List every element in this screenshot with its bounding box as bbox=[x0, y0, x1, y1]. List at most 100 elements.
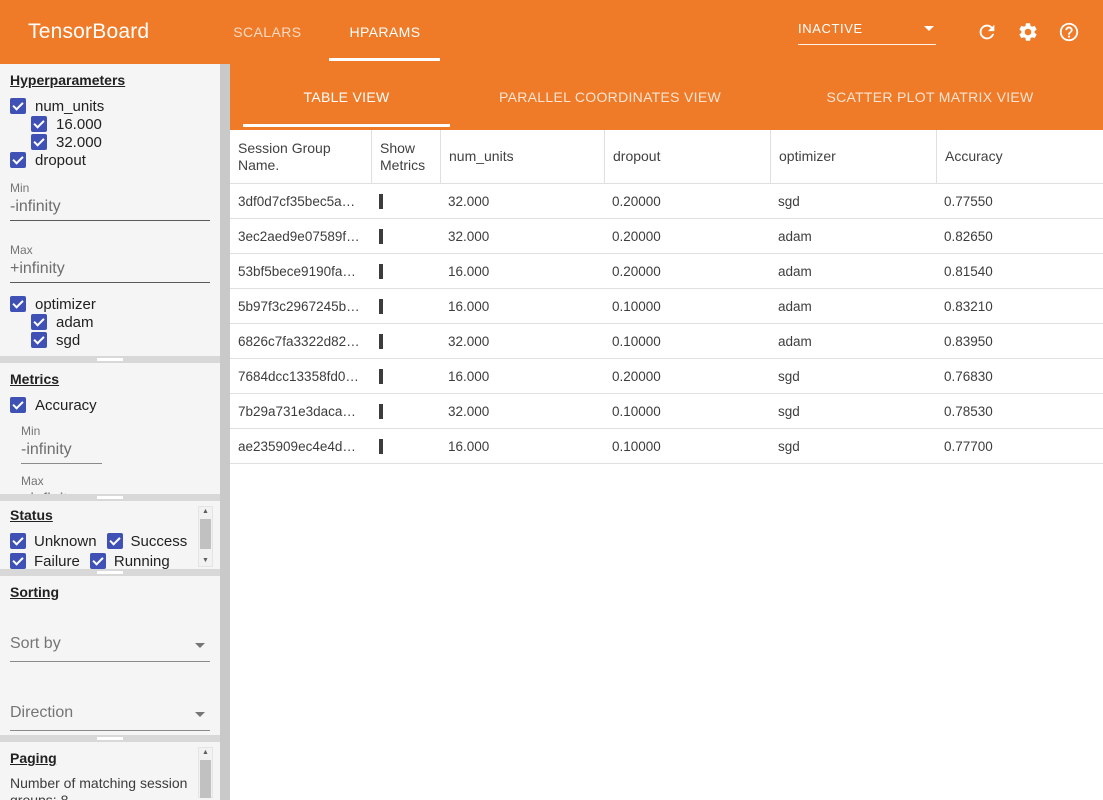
section-resize-handle[interactable] bbox=[0, 569, 220, 576]
show-metrics-checkbox[interactable] bbox=[379, 299, 383, 314]
scroll-up-icon[interactable]: ▲ bbox=[199, 507, 212, 517]
paging-scrollbar[interactable]: ▲ bbox=[198, 747, 213, 798]
tab-table-view[interactable]: TABLE VIEW bbox=[243, 64, 450, 130]
dropout-value: 0.20000 bbox=[604, 264, 770, 279]
sort-by-select[interactable]: Sort by bbox=[10, 635, 210, 662]
metric-min-field[interactable]: Min -infinity bbox=[21, 424, 115, 464]
matching-groups-count: Number of matching session groups: 8 bbox=[10, 775, 188, 800]
table-row[interactable]: 7b29a731e3daca… 32.000 0.10000 sgd 0.785… bbox=[230, 394, 1103, 429]
refresh-button[interactable] bbox=[975, 20, 999, 44]
dropout-value: 0.20000 bbox=[604, 369, 770, 384]
accuracy-value: 0.81540 bbox=[936, 264, 1103, 279]
num-units-value: 16.000 bbox=[440, 264, 604, 279]
help-button[interactable] bbox=[1057, 20, 1081, 44]
dropout-value: 0.10000 bbox=[604, 299, 770, 314]
main-content: TABLE VIEW PARALLEL COORDINATES VIEW SCA… bbox=[230, 64, 1103, 800]
checkbox[interactable] bbox=[90, 553, 106, 569]
num-units-value: 16.000 bbox=[440, 369, 604, 384]
min-input[interactable]: -infinity bbox=[10, 195, 210, 221]
status-scrollbar[interactable]: ▲ ▼ bbox=[198, 506, 213, 567]
optimizer-value: sgd bbox=[770, 404, 936, 419]
session-group-name: 7b29a731e3daca… bbox=[230, 404, 371, 419]
accuracy-value: 0.77700 bbox=[936, 439, 1103, 454]
session-group-name: 7684dcc13358fd0… bbox=[230, 369, 371, 384]
session-group-name: 3df0d7cf35bec5a… bbox=[230, 194, 371, 209]
column-header-optimizer[interactable]: optimizer bbox=[770, 130, 936, 183]
hparam-optimizer[interactable]: optimizer bbox=[10, 295, 210, 313]
show-metrics-checkbox[interactable] bbox=[379, 264, 383, 279]
tab-scalars[interactable]: SCALARS bbox=[209, 0, 325, 64]
paging-title: Paging bbox=[10, 750, 210, 766]
show-metrics-checkbox[interactable] bbox=[379, 369, 383, 384]
scroll-down-icon[interactable]: ▼ bbox=[199, 556, 212, 566]
table-row[interactable]: 3df0d7cf35bec5a… 32.000 0.20000 sgd 0.77… bbox=[230, 184, 1103, 219]
show-metrics-checkbox[interactable] bbox=[379, 334, 383, 349]
checkbox[interactable] bbox=[31, 134, 47, 150]
run-status-select[interactable]: INACTIVE bbox=[798, 20, 936, 45]
table-row[interactable]: 7684dcc13358fd0… 16.000 0.20000 sgd 0.76… bbox=[230, 359, 1103, 394]
accuracy-value: 0.83210 bbox=[936, 299, 1103, 314]
num-units-value: 16.000 bbox=[440, 439, 604, 454]
tab-scatter-plot-matrix-view[interactable]: SCATTER PLOT MATRIX VIEW bbox=[770, 64, 1090, 130]
optimizer-sgd[interactable]: sgd bbox=[31, 331, 210, 349]
checkbox[interactable] bbox=[10, 98, 26, 114]
num-units-value: 32.000 bbox=[440, 404, 604, 419]
column-header-accuracy[interactable]: Accuracy bbox=[936, 130, 1103, 183]
checkbox[interactable] bbox=[107, 533, 123, 549]
checkbox[interactable] bbox=[31, 116, 47, 132]
sorting-title: Sorting bbox=[10, 584, 210, 600]
table-row[interactable]: 5b97f3c2967245b… 16.000 0.10000 adam 0.8… bbox=[230, 289, 1103, 324]
sidebar-scrollbar[interactable] bbox=[220, 64, 230, 800]
column-header-dropout[interactable]: dropout bbox=[604, 130, 770, 183]
sorting-panel: Sorting Sort by Direction bbox=[0, 576, 220, 735]
tensorboard-app: TensorBoard SCALARS HPARAMS INACTIVE Hyp… bbox=[0, 0, 1103, 800]
section-resize-handle[interactable] bbox=[0, 356, 220, 363]
checkbox[interactable] bbox=[10, 296, 26, 312]
direction-select[interactable]: Direction bbox=[10, 704, 210, 731]
settings-button[interactable] bbox=[1016, 20, 1040, 44]
help-icon bbox=[1058, 21, 1080, 43]
checkbox[interactable] bbox=[31, 332, 47, 348]
table-row[interactable]: 6826c7fa3322d82… 32.000 0.10000 adam 0.8… bbox=[230, 324, 1103, 359]
tab-hparams[interactable]: HPARAMS bbox=[325, 0, 444, 64]
tab-parallel-coordinates-view[interactable]: PARALLEL COORDINATES VIEW bbox=[450, 64, 770, 130]
hparam-num-units[interactable]: num_units bbox=[10, 97, 210, 115]
table-row[interactable]: 3ec2aed9e07589f… 32.000 0.20000 adam 0.8… bbox=[230, 219, 1103, 254]
optimizer-value: adam bbox=[770, 229, 936, 244]
scrollbar-thumb[interactable] bbox=[200, 519, 211, 549]
show-metrics-checkbox[interactable] bbox=[379, 194, 383, 209]
optimizer-adam[interactable]: adam bbox=[31, 313, 210, 331]
section-resize-handle[interactable] bbox=[0, 735, 220, 742]
metric-max-field[interactable]: Max +infinity bbox=[21, 474, 115, 494]
column-header-session-group-name[interactable]: Session Group Name. bbox=[230, 130, 371, 183]
metric-accuracy[interactable]: Accuracy bbox=[10, 396, 210, 414]
scrollbar-thumb[interactable] bbox=[200, 760, 211, 798]
session-group-name: ae235909ec4e4d… bbox=[230, 439, 371, 454]
hparam-value-32[interactable]: 32.000 bbox=[31, 133, 210, 151]
table-row[interactable]: 53bf5bece9190fa… 16.000 0.20000 adam 0.8… bbox=[230, 254, 1103, 289]
column-header-show-metrics[interactable]: Show Metrics bbox=[371, 130, 440, 183]
checkbox[interactable] bbox=[10, 397, 26, 413]
scroll-up-icon[interactable]: ▲ bbox=[199, 748, 212, 758]
checkbox[interactable] bbox=[10, 533, 26, 549]
session-group-name: 6826c7fa3322d82… bbox=[230, 334, 371, 349]
show-metrics-checkbox[interactable] bbox=[379, 439, 383, 454]
show-metrics-checkbox[interactable] bbox=[379, 404, 383, 419]
dropout-min-field[interactable]: Min -infinity bbox=[10, 181, 210, 221]
column-header-num-units[interactable]: num_units bbox=[440, 130, 604, 183]
accuracy-value: 0.76830 bbox=[936, 369, 1103, 384]
table-row[interactable]: ae235909ec4e4d… 16.000 0.10000 sgd 0.777… bbox=[230, 429, 1103, 464]
checkbox[interactable] bbox=[10, 553, 26, 569]
dropout-value: 0.20000 bbox=[604, 229, 770, 244]
checkbox[interactable] bbox=[10, 152, 26, 168]
min-input[interactable]: -infinity bbox=[21, 438, 102, 464]
show-metrics-checkbox[interactable] bbox=[379, 229, 383, 244]
section-resize-handle[interactable] bbox=[0, 494, 220, 501]
hparam-value-16[interactable]: 16.000 bbox=[31, 115, 210, 133]
optimizer-value: adam bbox=[770, 299, 936, 314]
session-group-name: 3ec2aed9e07589f… bbox=[230, 229, 371, 244]
checkbox[interactable] bbox=[31, 314, 47, 330]
dropout-max-field[interactable]: Max +infinity bbox=[10, 243, 210, 283]
max-input[interactable]: +infinity bbox=[10, 257, 210, 283]
hparam-dropout[interactable]: dropout bbox=[10, 151, 210, 169]
